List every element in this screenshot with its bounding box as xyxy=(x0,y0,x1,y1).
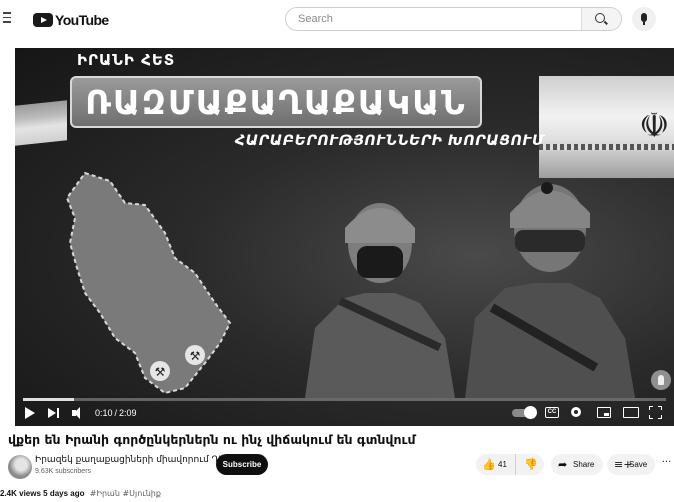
fullscreen-button[interactable] xyxy=(649,406,662,419)
play-button[interactable] xyxy=(23,404,37,422)
next-button[interactable] xyxy=(47,404,61,422)
settings-gear-icon[interactable] xyxy=(570,406,582,418)
soldier-left xyxy=(305,203,455,398)
armenian-flag-graphic xyxy=(15,100,67,146)
video-title: վքեր են Իրանի գործընկերներն ու ինչ վիճակ… xyxy=(8,432,416,447)
logo-text: YouTube xyxy=(55,12,109,28)
share-button[interactable]: ➦ Share xyxy=(551,454,603,475)
region-map-graphic: ⚒ ⚒ xyxy=(65,171,232,395)
overlay-title-banner: ՌԱԶՄԱՔԱՂԱՔԱԿԱՆ xyxy=(70,76,482,128)
thumbs-down-icon: 👎 xyxy=(524,458,538,471)
top-bar: YouTube xyxy=(0,0,674,38)
total-time: 2:09 xyxy=(119,408,137,418)
player-controls: 0:10/2:09 CC xyxy=(15,400,674,426)
iran-emblem-icon: ☫ xyxy=(639,106,670,146)
theater-mode-button[interactable] xyxy=(623,407,639,418)
soldiers-graphic xyxy=(305,182,635,398)
channel-watermark-icon[interactable] xyxy=(651,370,671,390)
posted-date: 5 days ago xyxy=(43,489,85,498)
hashtags[interactable]: #Իրան #Սյունիք xyxy=(90,489,161,498)
overlay-title-top: ԻՐԱՆԻ ՀԵՏ xyxy=(77,51,176,69)
captions-button[interactable]: CC xyxy=(545,407,559,418)
volume-button[interactable] xyxy=(71,404,87,422)
search-box xyxy=(285,7,622,31)
soldier-right xyxy=(465,182,635,398)
like-button[interactable]: 👍 41 xyxy=(476,454,516,475)
autoplay-toggle[interactable] xyxy=(512,406,537,419)
like-count: 41 xyxy=(498,460,507,469)
channel-name[interactable]: Իրազեկ քաղաքացիների միավորում ԴԿ xyxy=(35,455,225,465)
share-arrow-icon: ➦ xyxy=(558,458,568,471)
more-horizontal-icon[interactable]: ··· xyxy=(659,454,674,475)
description-summary[interactable]: 2.4K views 5 days ago #Իրան #Սյունիք xyxy=(0,489,161,498)
svg-text:⚒: ⚒ xyxy=(190,349,201,363)
youtube-logo[interactable]: YouTube xyxy=(33,12,109,28)
voice-search-button[interactable] xyxy=(632,7,656,31)
svg-text:⚒: ⚒ xyxy=(155,365,166,379)
subscriber-count: 9.63K subscribers xyxy=(35,468,92,475)
search-input[interactable] xyxy=(298,11,558,27)
mic-icon xyxy=(641,13,647,22)
time-display: 0:10/2:09 xyxy=(95,408,137,418)
dislike-button[interactable]: 👎 xyxy=(516,454,544,475)
view-count: 2.4K views xyxy=(0,489,41,498)
military-marker-icon: ⚒ xyxy=(150,361,170,381)
region-outline xyxy=(65,171,232,395)
youtube-play-icon xyxy=(33,13,53,27)
overlay-title-sub: ՀԱՐԱԲԵՐՈՒԹՅՈՒՆՆԵՐԻ ԽՈՐԱՑՈՒՄ xyxy=(235,133,545,149)
iranian-flag-graphic: ☫ xyxy=(539,76,674,178)
thumbs-up-icon: 👍 xyxy=(482,458,496,471)
miniplayer-button[interactable] xyxy=(597,407,611,418)
subscribe-button[interactable]: Subscribe xyxy=(216,454,268,475)
save-button[interactable]: ≡+ Save xyxy=(607,454,655,475)
military-marker-icon: ⚒ xyxy=(185,345,205,365)
search-icon xyxy=(595,13,605,23)
channel-avatar[interactable] xyxy=(8,455,32,479)
overlay-title-main: ՌԱԶՄԱՔԱՂԱՔԱԿԱՆ xyxy=(85,83,467,122)
video-player[interactable]: ☫ ԻՐԱՆԻ ՀԵՏ ՌԱԶՄԱՔԱՂԱՔԱԿԱՆ ՀԱՐԱԲԵՐՈՒԹՅՈՒ… xyxy=(15,48,674,426)
current-time: 0:10 xyxy=(95,408,113,418)
menu-icon[interactable] xyxy=(3,12,11,24)
like-dislike-group: 👍 41 👎 xyxy=(476,454,544,475)
search-button[interactable] xyxy=(581,8,621,30)
